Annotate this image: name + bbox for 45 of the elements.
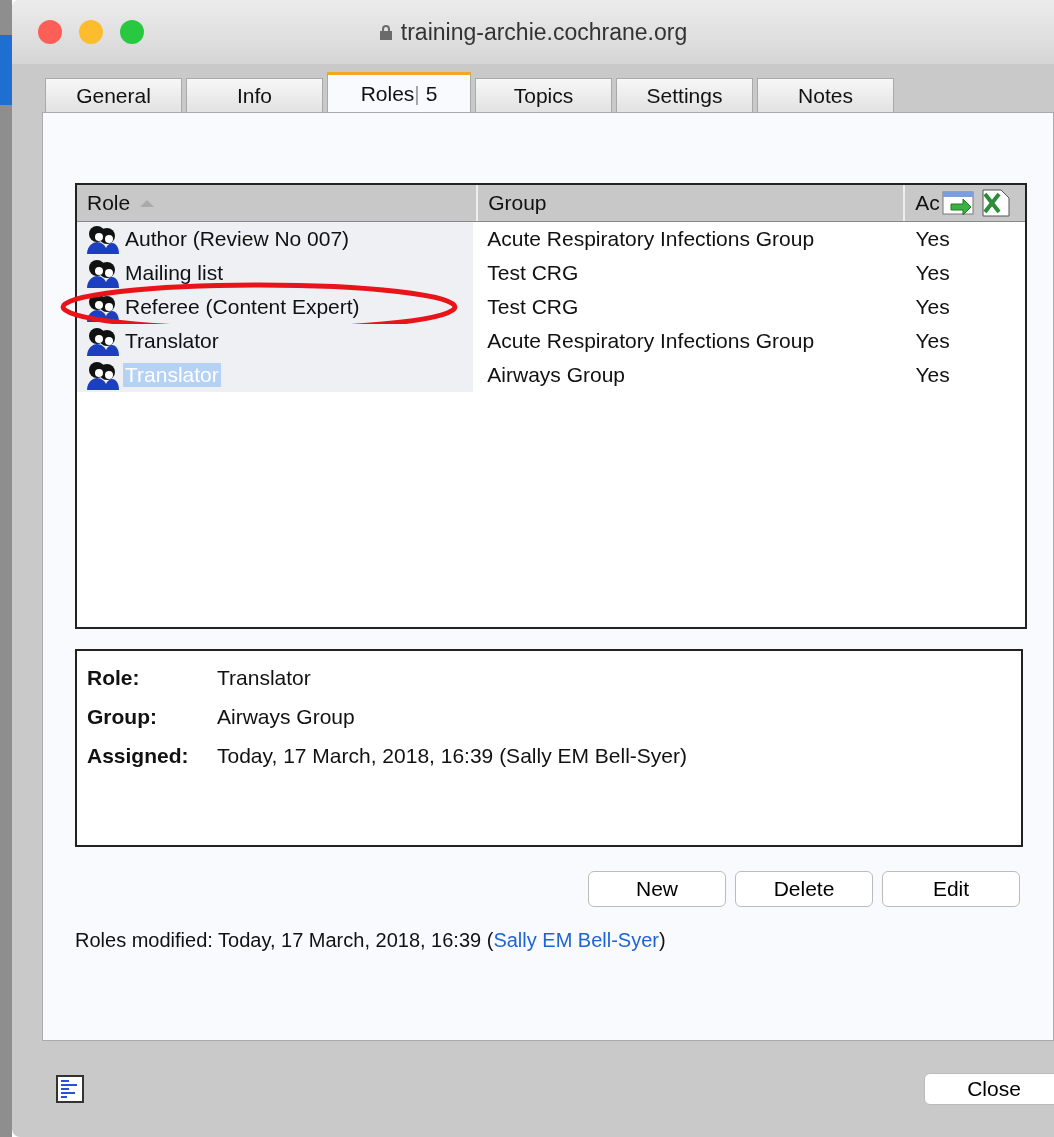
action-button[interactable]: New (588, 871, 726, 907)
people-icon (85, 360, 119, 390)
people-icon (85, 224, 119, 254)
people-icon (85, 326, 119, 356)
table-cell: Acute Respiratory Infections Group (487, 329, 815, 353)
table-cell[interactable]: Translator (123, 329, 221, 353)
table-cell: Acute Respiratory Infections Group (487, 227, 815, 251)
detail-label: Role: (87, 665, 141, 690)
desktop-window-edge (0, 35, 12, 105)
table-cell: Test CRG (487, 295, 579, 319)
column-header[interactable]: Group (488, 191, 547, 215)
tab[interactable]: Notes (757, 78, 894, 112)
table-cell[interactable]: Mailing list (123, 261, 226, 285)
tab[interactable]: Roles| 5 (327, 72, 471, 112)
detail-value: Today, 17 March, 2018, 16:39 (Sally EM Bell-Syer) (217, 743, 687, 768)
user-link[interactable]: Sally EM Bell-Syer (493, 929, 659, 951)
lock-icon (378, 24, 393, 40)
detail-label: Assigned: (87, 743, 190, 768)
table-cell: Yes (915, 363, 950, 387)
export-icon[interactable] (941, 188, 1011, 218)
close-button[interactable]: Close (924, 1073, 1054, 1105)
column-header[interactable]: Ac (915, 191, 940, 215)
table-cell: Yes (915, 329, 950, 353)
detail-value: Airways Group (217, 704, 355, 729)
table-cell: Test CRG (487, 261, 579, 285)
document-icon[interactable] (56, 1075, 84, 1103)
table-cell: Airways Group (487, 363, 625, 387)
modified-text: Roles modified: Today, 17 March, 2018, 16:39 (Sally EM Bell-Syer) (75, 929, 666, 951)
table-cell: Yes (915, 295, 950, 319)
action-button[interactable]: Edit (882, 871, 1020, 907)
tab[interactable]: General (45, 78, 182, 112)
close-window-button[interactable] (38, 20, 62, 44)
tab[interactable]: Settings (616, 78, 753, 112)
detail-label: Group: (87, 704, 158, 729)
column-header[interactable]: Role (87, 191, 131, 215)
detail-value: Translator (217, 665, 311, 690)
action-button[interactable]: Delete (735, 871, 873, 907)
minimize-window-button[interactable] (79, 20, 103, 44)
people-icon (85, 258, 119, 288)
tab[interactable]: Info (186, 78, 323, 112)
table-cell: Yes (915, 227, 950, 251)
zoom-window-button[interactable] (120, 20, 144, 44)
window-title: training-archie.cochrane.org (400, 18, 688, 46)
tab[interactable]: Topics (475, 78, 612, 112)
table-cell: Yes (915, 261, 950, 285)
